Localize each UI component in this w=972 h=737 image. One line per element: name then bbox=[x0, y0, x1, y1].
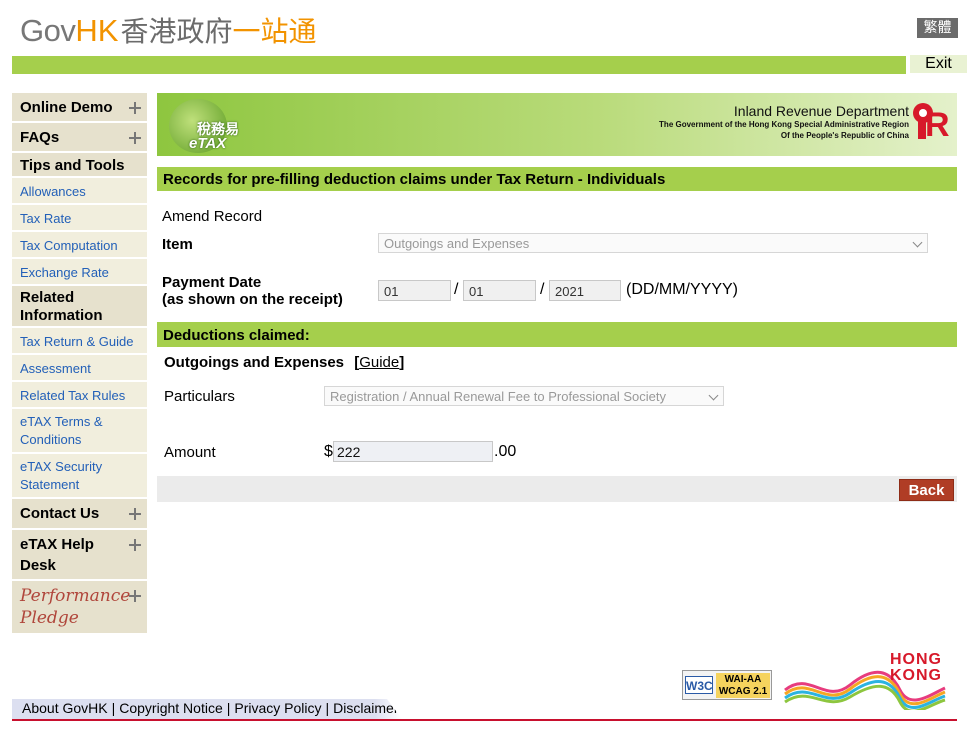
footer-link-about[interactable]: About GovHK bbox=[22, 700, 108, 716]
sidebar-item-label: Contact Us bbox=[20, 505, 100, 522]
footer-link-disclaimer[interactable]: Disclaimer bbox=[333, 700, 398, 716]
page-title: Records for pre-filling deduction claims… bbox=[157, 167, 957, 191]
category-title: Outgoings and Expenses [Guide] bbox=[164, 354, 404, 371]
date-separator: / bbox=[540, 281, 545, 298]
particulars-label: Particulars bbox=[164, 388, 235, 405]
deductions-heading: Deductions claimed: bbox=[157, 322, 957, 347]
ird-heading: Inland Revenue Department The Government… bbox=[659, 103, 909, 141]
item-select[interactable]: Outgoings and Expenses bbox=[378, 233, 928, 253]
sidebar-item-related-tax-rules[interactable]: Related Tax Rules bbox=[12, 382, 147, 409]
chevron-down-icon bbox=[708, 390, 719, 401]
guide-bracket-close: ] bbox=[399, 354, 405, 371]
amount-label: Amount bbox=[164, 444, 216, 461]
brand-hong-kong-logo: HONG KONG bbox=[780, 650, 950, 713]
pledge-line1: Performance bbox=[20, 586, 131, 606]
sidebar-heading-related: Related Information bbox=[12, 286, 147, 328]
particulars-select[interactable]: Registration / Annual Renewal Fee to Pro… bbox=[324, 386, 724, 406]
sidebar-item-online-demo[interactable]: Online Demo bbox=[12, 93, 147, 123]
logo-zh-text: 香港政府 bbox=[120, 15, 233, 48]
footer-link-privacy[interactable]: Privacy Policy bbox=[234, 700, 321, 716]
payment-date-label: Payment Date bbox=[162, 274, 262, 291]
wcag-label: WAI-AA WCAG 2.1 bbox=[716, 673, 770, 698]
expand-icon bbox=[129, 132, 141, 144]
wcag-badge[interactable]: W3C WAI-AA WCAG 2.1 bbox=[682, 670, 772, 700]
pledge-line2: Pledge bbox=[20, 608, 79, 628]
sidebar-item-faqs[interactable]: FAQs bbox=[12, 123, 147, 153]
wai-aa-text: WAI-AA bbox=[724, 674, 762, 685]
sidebar-item-allowances[interactable]: Allowances bbox=[12, 178, 147, 205]
footer-link-copyright[interactable]: Copyright Notice bbox=[119, 700, 223, 716]
date-separator: / bbox=[454, 281, 459, 298]
payment-date-sublabel: (as shown on the receipt) bbox=[162, 291, 343, 308]
etax-logo-en: eTAX bbox=[189, 135, 227, 152]
chevron-down-icon bbox=[912, 237, 923, 248]
sidebar-item-exchange-rate[interactable]: Exchange Rate bbox=[12, 259, 147, 286]
logo-hk-text: HK bbox=[75, 13, 119, 48]
exit-label: Exit bbox=[910, 55, 967, 73]
footer-separator: | bbox=[226, 700, 231, 716]
sidebar-item-tax-rate[interactable]: Tax Rate bbox=[12, 205, 147, 232]
sidebar-heading-tips: Tips and Tools bbox=[12, 153, 147, 178]
ird-line2: The Government of the Hong Kong Special … bbox=[659, 120, 909, 129]
brand-word-line1: HONG bbox=[890, 651, 942, 668]
sidebar-item-tax-return-guide[interactable]: Tax Return & Guide bbox=[12, 328, 147, 355]
sidebar-item-etax-help-desk[interactable]: eTAX Help Desk bbox=[12, 530, 147, 581]
date-month-input[interactable]: 01 bbox=[463, 280, 536, 301]
item-label: Item bbox=[162, 236, 193, 253]
ird-name: Inland Revenue Department bbox=[733, 103, 909, 119]
etax-banner: 稅務易 eTAX Inland Revenue Department The G… bbox=[157, 93, 957, 156]
wcag-version-text: WCAG 2.1 bbox=[718, 686, 768, 697]
amount-input[interactable]: 222 bbox=[333, 441, 493, 462]
sidebar: Online Demo FAQs Tips and Tools Allowanc… bbox=[12, 93, 147, 635]
sidebar-item-etax-security[interactable]: eTAX Security Statement bbox=[12, 454, 147, 499]
footer-links: About GovHK | Copyright Notice | Privacy Pol… bbox=[12, 699, 402, 719]
top-bar bbox=[12, 56, 967, 74]
sidebar-item-label: FAQs bbox=[20, 129, 60, 146]
sidebar-item-label: Online Demo bbox=[20, 99, 113, 116]
date-format-hint: (DD/MM/YYYY) bbox=[626, 281, 738, 298]
expand-icon bbox=[129, 102, 141, 114]
footer-separator: | bbox=[111, 700, 116, 716]
expand-icon bbox=[129, 508, 141, 520]
govhk-logo[interactable]: Gov HK 香港政府 一站通 bbox=[20, 10, 316, 48]
brand-wordmark: HONG KONG bbox=[890, 652, 942, 684]
date-day-input[interactable]: 01 bbox=[378, 280, 451, 301]
amount-cents: .00 bbox=[494, 443, 517, 460]
sidebar-item-tax-computation[interactable]: Tax Computation bbox=[12, 232, 147, 259]
ird-logo-icon: R bbox=[913, 103, 953, 142]
footer-separator: | bbox=[325, 700, 330, 716]
guide-link[interactable]: Guide bbox=[359, 354, 399, 371]
expand-icon bbox=[129, 590, 141, 602]
sidebar-item-contact-us[interactable]: Contact Us bbox=[12, 499, 147, 530]
footer-divider bbox=[12, 719, 957, 721]
mode-label: Amend Record bbox=[162, 208, 263, 225]
category-title-text: Outgoings and Expenses bbox=[164, 354, 345, 371]
exit-button[interactable]: Exit bbox=[906, 54, 967, 74]
sidebar-item-label: eTAX Help Desk bbox=[20, 536, 94, 574]
etax-logo: 稅務易 eTAX bbox=[169, 99, 249, 153]
brand-word-line2: KONG bbox=[890, 667, 942, 684]
date-year-input[interactable]: 2021 bbox=[549, 280, 621, 301]
ird-line3: Of the People's Republic of China bbox=[780, 131, 909, 140]
logo-zh2-text: 一站通 bbox=[232, 15, 317, 48]
logo-gov-text: Gov bbox=[20, 13, 76, 48]
w3c-logo: W3C bbox=[685, 676, 713, 694]
currency-symbol: $ bbox=[324, 443, 333, 460]
language-toggle-button[interactable]: 繁體 bbox=[917, 18, 958, 38]
item-select-value: Outgoings and Expenses bbox=[384, 236, 530, 251]
sidebar-item-etax-terms[interactable]: eTAX Terms & Conditions bbox=[12, 409, 147, 454]
back-button[interactable]: Back bbox=[899, 479, 954, 501]
sidebar-item-performance-pledge[interactable]: Performance Pledge bbox=[12, 581, 147, 635]
action-bar: Back bbox=[157, 476, 957, 502]
particulars-select-value: Registration / Annual Renewal Fee to Pro… bbox=[330, 389, 667, 404]
expand-icon bbox=[129, 539, 141, 551]
sidebar-item-assessment[interactable]: Assessment bbox=[12, 355, 147, 382]
